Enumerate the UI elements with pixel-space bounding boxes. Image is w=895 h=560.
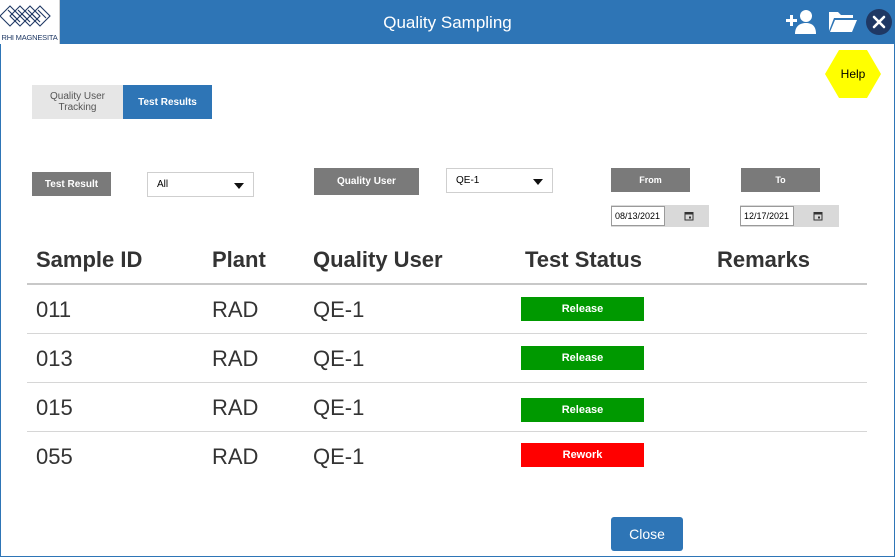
cell-quality-user: QE-1	[313, 297, 365, 322]
chevron-down-icon	[533, 179, 543, 185]
cell-plant: RAD	[212, 297, 259, 322]
cell-sample-id: 011	[36, 297, 72, 322]
cell-sample-id: 015	[36, 395, 73, 420]
help-label: Help	[840, 67, 866, 81]
tab-test-results[interactable]: Test Results	[123, 85, 212, 119]
calendar-icon[interactable]	[684, 211, 694, 221]
from-date-picker[interactable]: 08/13/2021	[611, 205, 709, 227]
quality-user-dropdown[interactable]: QE-1	[446, 168, 553, 193]
cell-sample-id: 055	[36, 444, 73, 469]
row-divider	[27, 333, 867, 334]
cell-plant: RAD	[212, 346, 259, 371]
to-label: To	[741, 168, 820, 192]
cell-quality-user: QE-1	[313, 346, 365, 371]
quality-user-value: QE-1	[456, 175, 480, 186]
close-button[interactable]: Close	[611, 517, 683, 551]
header-divider	[27, 283, 867, 285]
test-result-label: Test Result	[32, 172, 111, 196]
row-divider	[27, 431, 867, 432]
column-header-sample-id: Sample ID	[36, 247, 143, 272]
app-window	[0, 0, 895, 557]
chevron-down-icon	[234, 183, 244, 189]
from-date-field[interactable]: 08/13/2021	[611, 206, 665, 226]
help-button[interactable]: Help	[825, 49, 881, 99]
to-date-field[interactable]: 12/17/2021	[740, 206, 794, 226]
test-result-dropdown[interactable]: All	[147, 172, 254, 197]
window-title: Quality Sampling	[383, 13, 512, 32]
cell-quality-user: QE-1	[313, 444, 365, 469]
column-header-remarks: Remarks	[717, 247, 810, 272]
status-rework-button[interactable]: Rework	[521, 443, 644, 467]
from-label: From	[611, 168, 690, 192]
add-user-icon[interactable]	[784, 7, 816, 35]
row-divider	[27, 382, 867, 383]
quality-user-label: Quality User	[314, 168, 419, 195]
test-result-value: All	[157, 179, 169, 190]
logo-text: RHI MAGNESITA	[1, 33, 58, 42]
cell-quality-user: QE-1	[313, 395, 365, 420]
status-release-button[interactable]: Release	[521, 346, 644, 370]
cell-sample-id: 013	[36, 346, 73, 371]
title-bar: RHI MAGNESITA Quality Sampling	[0, 0, 895, 44]
to-date-picker[interactable]: 12/17/2021	[740, 205, 839, 227]
column-header-test-status: Test Status	[525, 247, 642, 272]
tab-quality-user-tracking[interactable]: Quality User Tracking	[32, 85, 123, 119]
status-release-button[interactable]: Release	[521, 297, 644, 321]
close-icon[interactable]	[865, 8, 893, 36]
column-header-plant: Plant	[212, 247, 266, 272]
cell-plant: RAD	[212, 395, 259, 420]
cell-plant: RAD	[212, 444, 259, 469]
calendar-icon[interactable]	[813, 211, 823, 221]
status-release-button[interactable]: Release	[521, 398, 644, 422]
column-header-quality-user: Quality User	[313, 247, 443, 272]
folder-open-icon[interactable]	[828, 9, 858, 33]
